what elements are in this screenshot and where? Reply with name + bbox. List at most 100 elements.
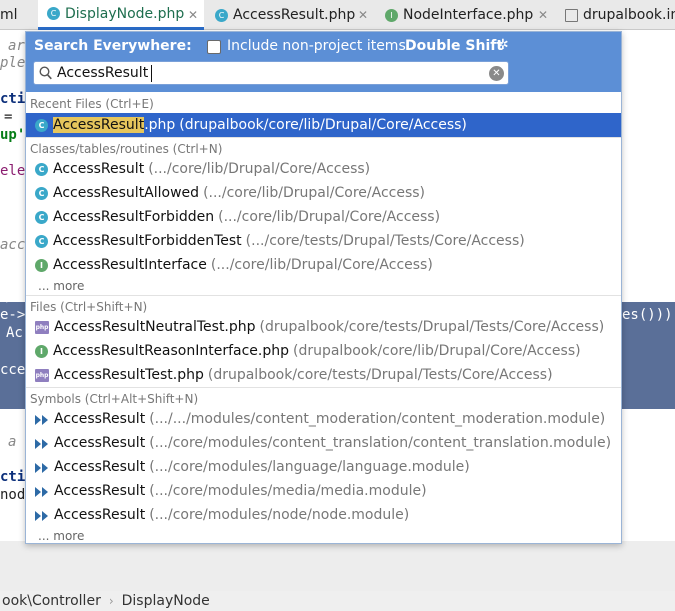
include-non-project-checkbox[interactable] [207,40,221,54]
result-location: (.../.../modules/content_moderation/cont… [149,411,606,427]
symbol-icon [35,413,49,426]
tab-drupalbook[interactable]: drupalbook.in [556,0,675,30]
result-recent-accessresult[interactable]: C AccessResult .php (drupalbook/core/lib/… [26,113,621,137]
close-icon[interactable]: ✕ [188,8,198,22]
result-name-extension: .php [144,117,176,133]
interface-icon: I [35,344,48,358]
code-fragment: cce [0,362,26,378]
close-icon[interactable]: ✕ [358,8,368,22]
result-symbol[interactable]: AccessResult (.../.../modules/content_mo… [26,407,621,431]
result-class[interactable]: C AccessResult (.../core/lib/Drupal/Core… [26,157,621,181]
test-class-icon: C [35,234,48,248]
editor-tab-bar: ml C DisplayNode.php ✕ C AccessResult.ph… [0,0,675,30]
result-name: AccessResultTest.php [54,367,204,383]
code-fragment: nod [0,487,26,503]
section-recent-files: Recent Files (Ctrl+E) [30,97,154,111]
symbol-icon [35,509,49,522]
search-input[interactable] [57,63,477,83]
result-class[interactable]: C AccessResultForbiddenTest (.../core/te… [26,229,621,253]
tab-label: drupalbook.in [583,7,675,23]
tab-accessresult[interactable]: C AccessResult.php ✕ [206,0,374,30]
tab-label: ml [0,7,18,23]
code-fragment: up' [0,127,26,143]
section-classes: Classes/tables/routines (Ctrl+N) [26,137,621,159]
result-location: (.../core/modules/node/node.module) [149,507,410,523]
code-fragment: cti [0,272,26,288]
grid-icon [565,8,578,22]
result-name: AccessResult [54,483,146,499]
code-fragment: es())) [622,307,673,323]
result-file[interactable]: I AccessResultReasonInterface.php (drupa… [26,339,621,363]
tab-label: DisplayNode.php [65,5,185,22]
result-name: AccessResult [54,411,146,427]
breadcrumb: ook\Controller › DisplayNode [0,591,675,611]
shortcut-hint: Double Shift [405,38,504,54]
search-field[interactable]: ✕ [33,61,509,85]
tab-ml[interactable]: ml [0,0,38,30]
section-symbols: Symbols (Ctrl+Alt+Shift+N) [26,387,621,409]
close-icon[interactable]: ✕ [538,8,548,22]
result-file[interactable]: php AccessResultNeutralTest.php (drupalb… [26,315,621,339]
more-classes-link[interactable]: ... more [38,277,84,295]
breadcrumb-item[interactable]: ook\Controller [2,593,101,609]
result-symbol[interactable]: AccessResult (.../core/modules/language/… [26,455,621,479]
chevron-right-icon: › [108,594,114,608]
breadcrumb-item[interactable]: DisplayNode [122,593,210,609]
result-name: AccessResult [53,161,145,177]
code-fragment: a [8,434,17,450]
tab-label: NodeInterface.php [403,7,534,23]
result-symbol[interactable]: AccessResult (.../core/modules/media/med… [26,479,621,503]
class-icon: C [35,186,48,200]
result-location: (.../core/lib/Drupal/Core/Access) [210,257,433,273]
result-class[interactable]: C AccessResultForbidden (.../core/lib/Dr… [26,205,621,229]
code-fragment: ele [0,163,26,179]
code-fragment: ple [0,55,26,71]
search-icon [39,66,52,80]
class-icon: C [47,7,60,20]
result-symbol[interactable]: AccessResult (.../core/modules/node/node… [26,503,621,527]
result-location: (.../core/modules/content_translation/co… [149,435,612,451]
section-files: Files (Ctrl+Shift+N) [26,295,621,317]
popup-title: Search Everywhere: [34,38,192,54]
result-name: AccessResultNeutralTest.php [54,319,256,335]
symbol-icon [35,437,49,450]
interface-icon: I [35,258,48,272]
class-icon: C [35,118,48,132]
tab-displaynode[interactable]: C DisplayNode.php ✕ [38,0,204,30]
result-symbol[interactable]: AccessResult (.../core/modules/content_t… [26,431,621,455]
result-name: AccessResultReasonInterface.php [53,343,289,359]
class-icon: C [215,8,228,22]
code-fragment: cti [0,91,26,107]
result-name: AccessResultForbiddenTest [53,233,242,249]
more-symbols-link[interactable]: ... more [38,527,84,545]
code-fragment: acc [0,237,26,253]
result-name: AccessResultForbidden [53,209,215,225]
editor-empty-area [0,541,675,591]
clear-search-icon[interactable]: ✕ [489,66,504,81]
code-fragment: cti [0,469,26,485]
interface-icon: I [385,8,398,22]
search-header: Search Everywhere: Include non-project i… [26,32,621,92]
result-location: (drupalbook/core/lib/Drupal/Core/Access) [179,117,467,133]
code-fragment: = [4,109,13,125]
result-file[interactable]: php AccessResultTest.php (drupalbook/cor… [26,363,621,387]
gear-icon[interactable]: ✲ [497,37,509,53]
result-name: AccessResult [54,459,146,475]
result-location: (.../core/tests/Drupal/Tests/Core/Access… [245,233,525,249]
symbol-icon [35,461,49,474]
result-class[interactable]: C AccessResultAllowed (.../core/lib/Drup… [26,181,621,205]
class-icon: C [35,210,48,224]
result-location: (.../core/modules/media/media.module) [149,483,427,499]
tab-nodeinterface[interactable]: I NodeInterface.php ✕ [376,0,554,30]
result-name: AccessResult [54,507,146,523]
tab-label: AccessResult.php [233,7,356,23]
result-name: AccessResultInterface [53,257,207,273]
result-location: (.../core/modules/language/language.modu… [149,459,470,475]
result-class[interactable]: I AccessResultInterface (.../core/lib/Dr… [26,253,621,277]
result-name: AccessResultAllowed [53,185,200,201]
result-location: (.../core/lib/Drupal/Core/Access) [218,209,441,225]
code-fragment: Ac [6,325,23,341]
result-name: AccessResult [54,435,146,451]
include-non-project-label[interactable]: Include non-project items [227,38,406,54]
text-caret [151,65,152,82]
